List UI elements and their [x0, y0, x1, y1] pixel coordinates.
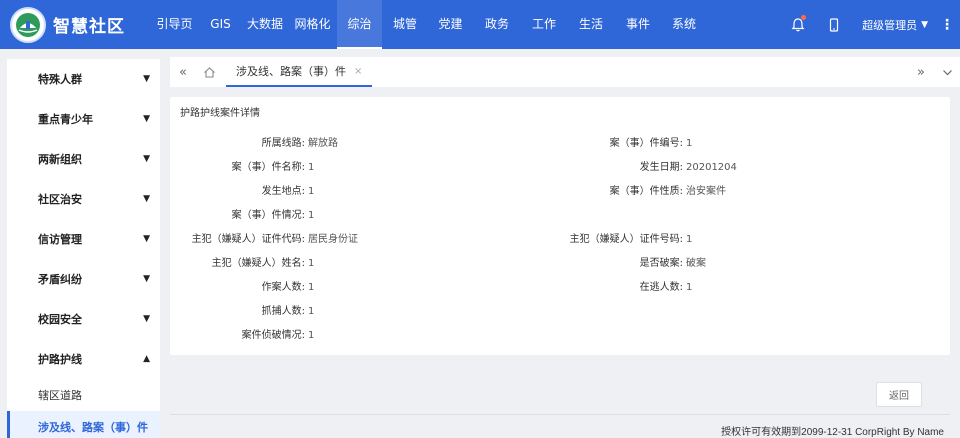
tab-label: 涉及线、路案（事）件 [236, 65, 346, 78]
field-label: 案件侦破情况: [241, 330, 305, 341]
field-label: 案（事）件编号: [609, 138, 683, 149]
field-label: 主犯（嫌疑人）证件号码: [569, 234, 683, 245]
detail-field-right-6: 在逃人数: 1 [170, 281, 950, 295]
nav-item-2[interactable]: 大数据 [242, 0, 288, 49]
field-value: 1 [686, 234, 693, 245]
close-icon[interactable]: × [354, 66, 362, 77]
detail-field-right-1: 发生日期: 20201204 [170, 161, 950, 175]
nav-item-3[interactable]: 网格化 [288, 0, 337, 49]
back-button[interactable]: 返回 [876, 382, 922, 407]
field-label: 案（事）件性质: [609, 186, 683, 197]
sidebar-group-label: 重点青少年 [38, 113, 93, 126]
detail-field-left-8: 案件侦破情况: 1 [170, 329, 950, 343]
tab-menu-button[interactable] [934, 57, 960, 87]
top-header: 智慧社区 引导页 GIS 大数据 网格化 综治 城管 党建 政务 工作 生活 事件 系统 超级管理员 … [0, 0, 960, 49]
home-button[interactable] [196, 57, 222, 87]
detail-field-left-7: 抓捕人数: 1 [170, 305, 950, 319]
sidebar-group-6[interactable]: 校园安全 ▼ [7, 299, 160, 339]
nav-item-11[interactable]: 系统 [661, 0, 707, 49]
user-name: 超级管理员 [862, 18, 918, 32]
caret-down-icon: ▼ [143, 74, 150, 84]
copyright-text: 授权许可有效期到2099-12-31 CorpRight By Name [721, 427, 944, 438]
app-logo[interactable]: 智慧社区 [0, 6, 150, 43]
scroll-right-button[interactable]: » [908, 57, 934, 87]
nav-item-0[interactable]: 引导页 [150, 0, 199, 49]
detail-field-left-3: 案（事）件情况: 1 [170, 209, 950, 223]
field-label: 案（事）件情况: [231, 210, 305, 221]
field-value: 破案 [686, 258, 706, 269]
detail-card: 护路护线案件详情 所属线路: 解放路 案（事）件名称: 1 发生地点: 1 案（事）件情况:… [170, 97, 950, 355]
field-label: 在逃人数: [639, 282, 683, 293]
user-menu[interactable]: 超级管理员 ▼ [852, 17, 934, 33]
sidebar-group-2[interactable]: 两新组织 ▼ [7, 139, 160, 179]
sidebar-group-label: 两新组织 [38, 153, 82, 166]
mobile-button[interactable] [816, 0, 852, 49]
sidebar-group-label: 护路护线 [38, 353, 82, 366]
field-value: 1 [308, 210, 315, 221]
caret-down-icon: ▼ [143, 274, 150, 284]
field-value: 1 [308, 306, 315, 317]
caret-down-icon: ▼ [143, 194, 150, 204]
detail-field-right-5: 是否破案: 破案 [170, 257, 950, 271]
sidebar-group-3[interactable]: 社区治安 ▼ [7, 179, 160, 219]
double-chevron-left-icon: « [179, 64, 187, 80]
nav-item-9[interactable]: 生活 [567, 0, 615, 49]
caret-down-icon: ▼ [143, 114, 150, 124]
scroll-left-button[interactable]: « [170, 57, 196, 87]
nav-item-8[interactable]: 工作 [521, 0, 567, 49]
field-value: 1 [686, 138, 693, 149]
tab-bar: « 涉及线、路案（事）件 × » [170, 57, 960, 87]
field-label: 发生日期: [639, 162, 683, 173]
field-value: 1 [308, 330, 315, 341]
sidebar-sub-item-0[interactable]: 辖区道路 [7, 379, 160, 411]
detail-title: 护路护线案件详情 [180, 108, 260, 119]
sidebar-group-label: 信访管理 [38, 233, 82, 246]
field-label: 是否破案: [639, 258, 683, 269]
field-value: 20201204 [686, 162, 737, 173]
sidebar: 特殊人群 ▼ 重点青少年 ▼ 两新组织 ▼ 社区治安 ▼ 信访管理 ▼ 矛盾纠纷 ▼ 校园安全 ▼ 护路护线… [7, 59, 160, 438]
detail-field-right-2: 案（事）件性质: 治安案件 [170, 185, 950, 199]
more-vertical-icon[interactable]: ⋮ [934, 17, 960, 33]
sidebar-group-0[interactable]: 特殊人群 ▼ [7, 59, 160, 99]
notification-dot [801, 15, 807, 20]
main-nav: 引导页 GIS 大数据 网格化 综治 城管 党建 政务 工作 生活 事件 系统 [150, 0, 707, 49]
sidebar-group-4[interactable]: 信访管理 ▼ [7, 219, 160, 259]
field-label: 抓捕人数: [261, 306, 305, 317]
logo-emblem-icon [10, 6, 46, 43]
sidebar-group-label: 校园安全 [38, 313, 82, 326]
sidebar-sub-item-1[interactable]: 涉及线、路案（事）件 [7, 411, 160, 438]
divider [170, 414, 950, 415]
chevron-down-icon [942, 69, 952, 75]
sidebar-group-5[interactable]: 矛盾纠纷 ▼ [7, 259, 160, 299]
field-value: 1 [686, 282, 693, 293]
detail-field-right-0: 案（事）件编号: 1 [170, 137, 950, 151]
field-value: 治安案件 [686, 186, 726, 197]
nav-item-10[interactable]: 事件 [615, 0, 661, 49]
sidebar-group-7[interactable]: 护路护线 ▲ [7, 339, 160, 379]
nav-item-4[interactable]: 综治 [337, 0, 382, 49]
caret-down-icon: ▼ [143, 314, 150, 324]
caret-down-icon: ▼ [921, 19, 928, 30]
mobile-phone-icon [829, 17, 839, 32]
caret-up-icon: ▲ [143, 354, 150, 364]
double-chevron-right-icon: » [917, 64, 925, 80]
nav-item-6[interactable]: 党建 [428, 0, 473, 49]
sidebar-group-label: 特殊人群 [38, 73, 82, 86]
sidebar-group-label: 矛盾纠纷 [38, 273, 82, 286]
nav-item-1[interactable]: GIS [199, 0, 242, 49]
home-icon [203, 66, 215, 78]
app-title: 智慧社区 [53, 17, 125, 37]
caret-down-icon: ▼ [143, 234, 150, 244]
header-tools: 超级管理员 ▼ ⋮ [780, 0, 960, 49]
sidebar-group-label: 社区治安 [38, 193, 82, 206]
detail-field-right-4: 主犯（嫌疑人）证件号码: 1 [170, 233, 950, 247]
caret-down-icon: ▼ [143, 154, 150, 164]
nav-item-5[interactable]: 城管 [382, 0, 428, 49]
nav-item-7[interactable]: 政务 [473, 0, 521, 49]
tab-current[interactable]: 涉及线、路案（事）件 × [226, 57, 373, 87]
sidebar-group-1[interactable]: 重点青少年 ▼ [7, 99, 160, 139]
notification-bell-button[interactable] [780, 0, 816, 49]
